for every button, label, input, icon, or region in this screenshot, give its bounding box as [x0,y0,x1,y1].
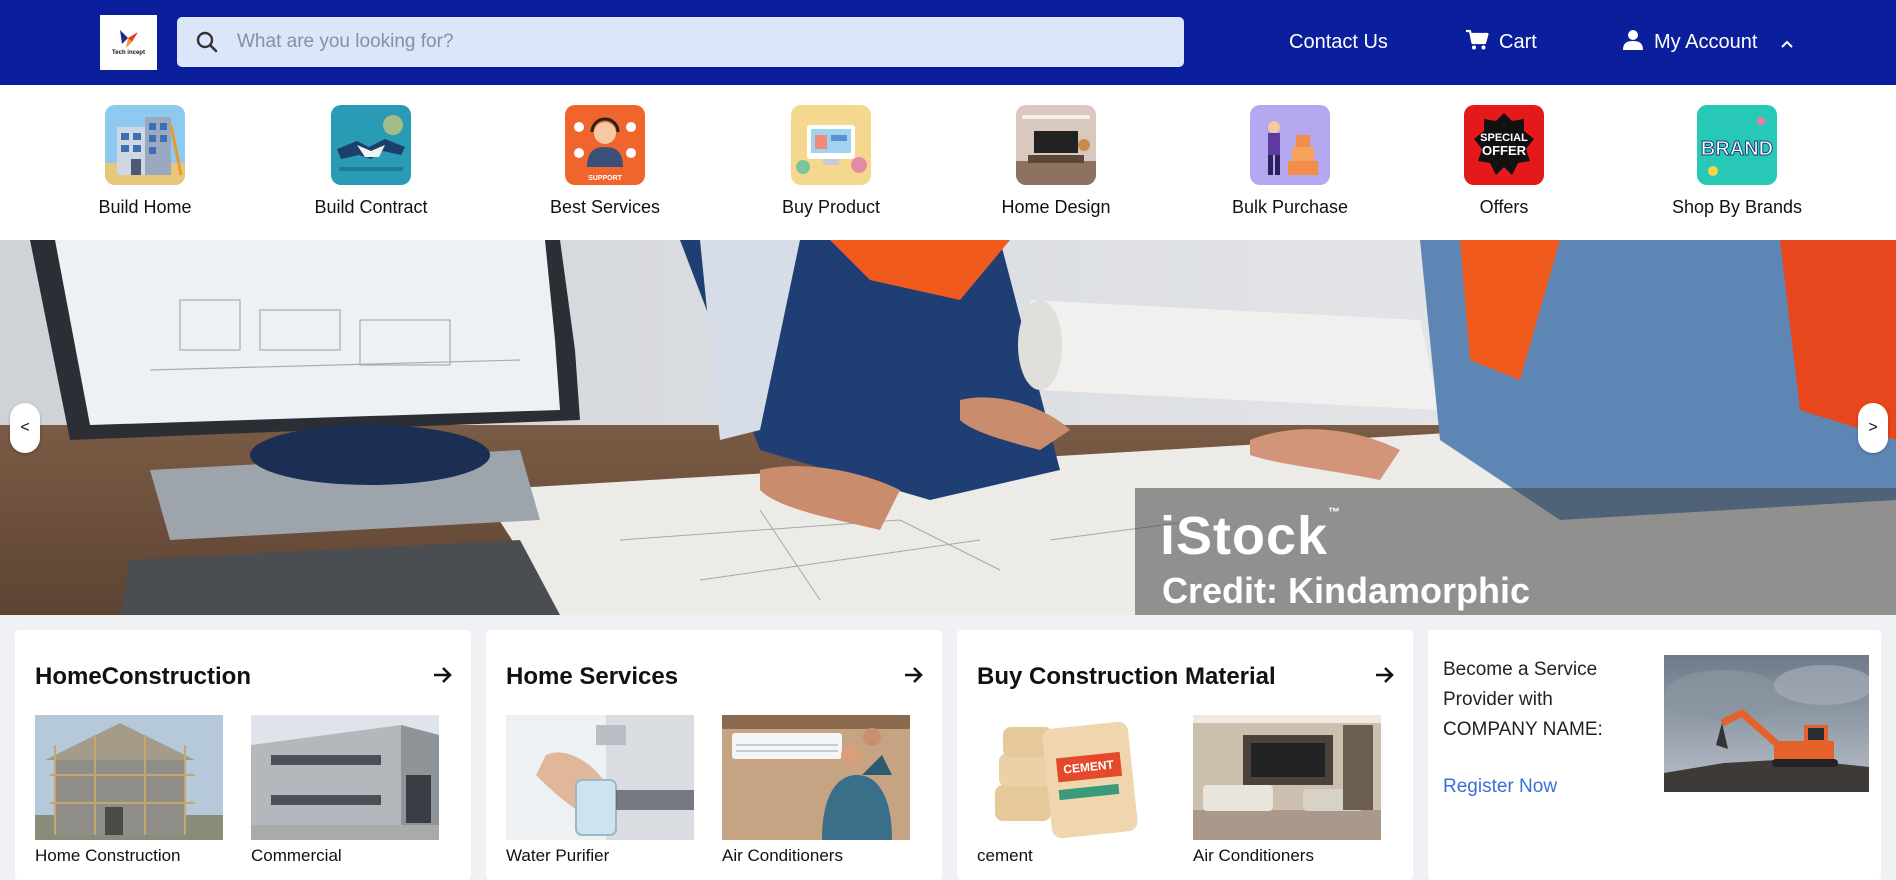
provider-promo-text: Become a Service Provider with COMPANY N… [1443,659,1603,740]
excavator-image [1664,655,1869,792]
support-agent-icon: SUPPORT [565,105,645,185]
top-navbar: Tech incept Contact Us Cart [0,0,1896,85]
my-account-label: My Account [1654,31,1758,53]
delivery-boxes-icon [1250,105,1330,185]
search-icon[interactable] [177,17,237,67]
brand-icon: BRAND [1697,105,1777,185]
watermark-brand: iStock™ [1160,505,1342,566]
handshake-icon [331,105,411,185]
arrow-right-icon[interactable] [904,666,924,689]
item-image [1193,715,1381,840]
register-now-link[interactable]: Register Now [1443,776,1557,798]
item-image [35,715,223,840]
logo-mark-icon [118,29,140,48]
section-item[interactable]: Home Construction [35,715,223,866]
section-title: HomeConstruction [35,663,251,690]
section-item[interactable]: Air Conditioners [1193,715,1381,866]
category-label: Buy Product [781,197,881,217]
hero-banner: iStock™ Credit: Kindamorphic [0,240,1896,615]
contact-us-link[interactable]: Contact Us [1289,0,1388,85]
my-account-menu[interactable]: My Account [1622,0,1803,85]
section-item[interactable]: Air Conditioners [722,715,910,866]
item-caption: Air Conditioners [722,846,843,865]
carousel-next-button[interactable]: > [1858,403,1888,453]
item-caption: Commercial [251,846,342,865]
carousel-prev-button[interactable]: < [10,403,40,453]
category-offers[interactable]: SPECIAL OFFER Offers [1424,105,1584,218]
support-badge-text: SUPPORT [588,175,623,182]
category-shop-by-brands[interactable]: BRAND Shop By Brands [1657,105,1817,218]
online-store-icon [791,105,871,185]
category-label: Home Design [1001,197,1111,217]
site-logo[interactable]: Tech incept [100,15,157,70]
item-image [506,715,694,840]
user-icon [1622,29,1654,57]
service-provider-card: Become a Service Provider with COMPANY N… [1428,630,1881,880]
logo-text: Tech incept [112,49,145,56]
category-bulk-purchase[interactable]: Bulk Purchase [1210,105,1370,218]
item-caption: Air Conditioners [1193,846,1314,865]
brand-badge-text: BRAND [1701,138,1773,160]
section-item[interactable]: CEMENT cement [977,715,1165,866]
living-room-icon [1016,105,1096,185]
category-best-services[interactable]: SUPPORT Best Services [525,105,685,218]
offer-badge-line2: OFFER [1482,143,1527,158]
special-offer-icon: SPECIAL OFFER [1464,105,1544,185]
item-image: CEMENT [977,715,1165,840]
search-bar [177,17,1184,67]
contact-us-label: Contact Us [1289,31,1388,53]
category-strip: Build Home Build Contract SUPPORT Best S… [0,85,1896,240]
item-image [251,715,439,840]
category-label: Build Contract [314,197,428,217]
category-buy-product[interactable]: Buy Product [751,105,911,218]
chevron-up-icon [1769,31,1803,54]
category-label: Bulk Purchase [1231,197,1349,217]
category-label: Build Home [98,197,192,217]
category-label: Shop By Brands [1671,197,1803,217]
arrow-right-icon[interactable] [433,666,453,689]
category-home-design[interactable]: Home Design [976,105,1136,218]
building-icon [105,105,185,185]
category-build-home[interactable]: Build Home [65,105,225,218]
section-card-home-construction: HomeConstruction Home Construction Comme… [15,630,471,880]
cart-icon [1465,29,1499,57]
item-caption: Home Construction [35,846,181,865]
section-card-construction-material: Buy Construction Material CEMENT cement [957,630,1413,880]
search-input[interactable] [237,22,1137,62]
category-build-contract[interactable]: Build Contract [291,105,451,218]
section-item[interactable]: Water Purifier [506,715,694,866]
category-label: Offers [1479,197,1529,217]
item-caption: Water Purifier [506,846,610,865]
item-caption: cement [977,846,1033,865]
arrow-right-icon[interactable] [1375,666,1395,689]
item-image [722,715,910,840]
cart-link[interactable]: Cart [1465,0,1537,85]
section-item[interactable]: Commercial [251,715,439,866]
watermark-credit: Credit: Kindamorphic [1162,570,1531,611]
category-label: Best Services [549,197,661,217]
section-title: Buy Construction Material [977,663,1276,690]
cart-label: Cart [1499,31,1537,53]
section-card-home-services: Home Services Water Purifier Air Conditi… [486,630,942,880]
section-title: Home Services [506,663,679,690]
